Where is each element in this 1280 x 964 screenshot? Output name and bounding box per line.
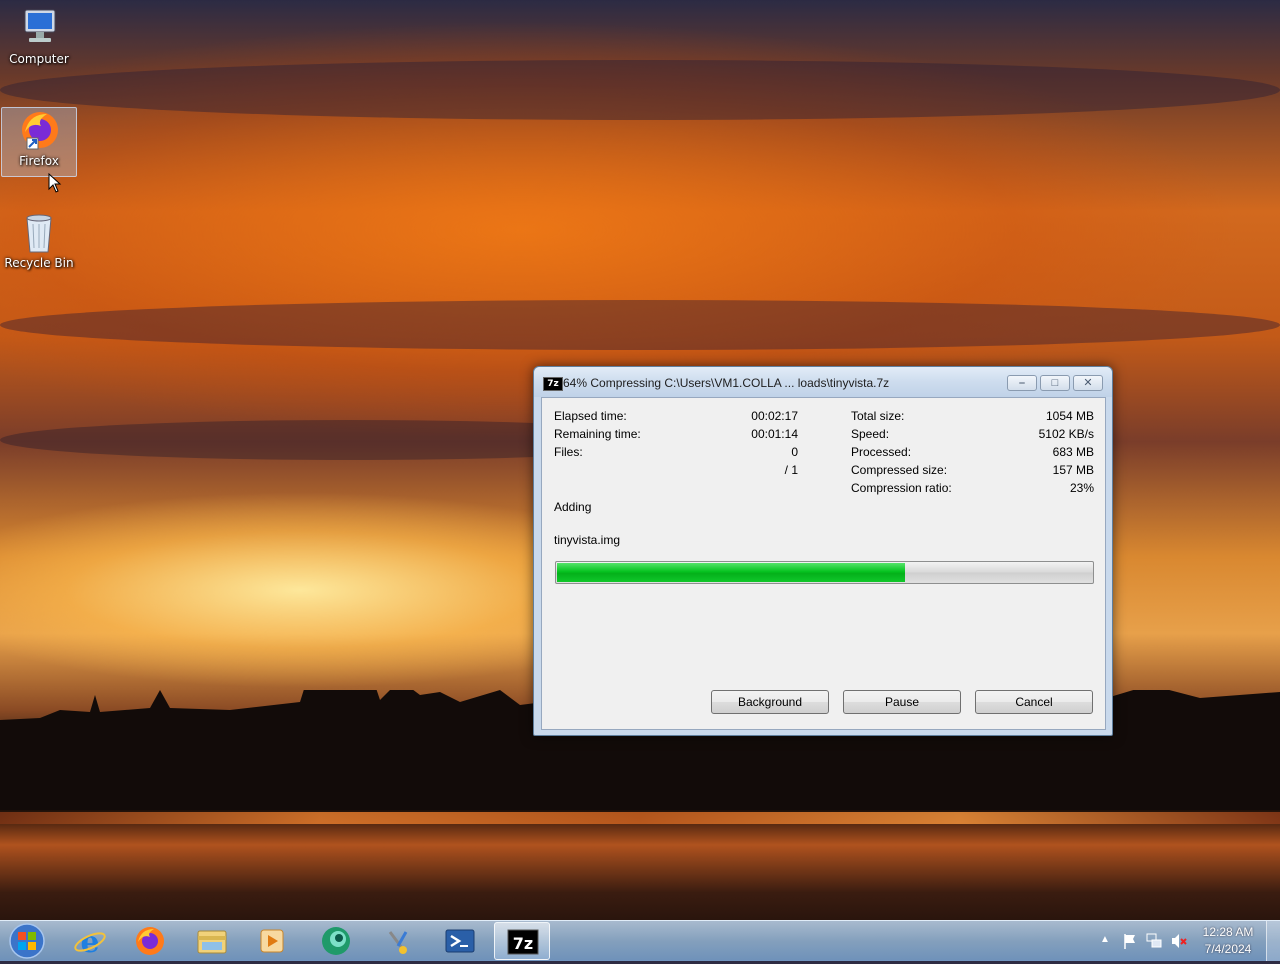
taskbar-powershell[interactable] xyxy=(432,922,488,960)
clock-date: 7/4/2024 xyxy=(1204,942,1252,956)
remaining-time-value: 00:01:14 xyxy=(751,427,798,441)
elapsed-time-value: 00:02:17 xyxy=(751,409,798,423)
file-explorer-icon xyxy=(197,930,227,954)
pause-button[interactable]: Pause xyxy=(843,690,961,714)
clock-time: 12:28 AM xyxy=(1202,925,1254,939)
elapsed-time-label: Elapsed time: xyxy=(554,409,627,423)
desktop-icon-computer[interactable]: Computer xyxy=(2,6,76,76)
7zip-icon-label: 7z xyxy=(513,934,533,953)
recycle-bin-icon xyxy=(17,210,61,254)
remaining-time-label: Remaining time: xyxy=(554,427,641,441)
current-file-name: tinyvista.img xyxy=(554,533,621,547)
tools-icon xyxy=(388,931,408,954)
volume-muted-icon[interactable] xyxy=(1170,932,1188,950)
network-icon[interactable] xyxy=(1145,932,1163,950)
taskbar-file-explorer[interactable] xyxy=(184,922,240,960)
taskbar: e 7z ▲ 12:28 AM 7/4/2024 xyxy=(0,920,1280,961)
dialog-titlebar[interactable]: 7z 64% Compressing C:\Users\VM1.COLLA ..… xyxy=(534,367,1112,397)
minimize-icon: ⎯ xyxy=(1019,377,1025,389)
close-icon: ✕ xyxy=(1083,377,1093,389)
speed-value: 5102 KB/s xyxy=(1038,427,1094,441)
taskbar-app[interactable] xyxy=(308,922,364,960)
start-button[interactable] xyxy=(6,922,48,960)
desktop-icon-recycle-bin[interactable]: Recycle Bin xyxy=(2,210,76,280)
desktop-icon-label: Firefox xyxy=(19,154,59,168)
total-size-value: 1054 MB xyxy=(1045,409,1094,423)
background-button[interactable]: Background xyxy=(711,690,829,714)
internet-explorer-icon: e xyxy=(74,925,106,960)
taskbar-tools[interactable] xyxy=(372,922,428,960)
maximize-button[interactable]: □ xyxy=(1040,375,1070,391)
operation-status: Adding xyxy=(554,500,592,514)
firefox-icon xyxy=(136,927,164,955)
computer-icon xyxy=(17,6,61,50)
processed-value: 683 MB xyxy=(1052,445,1094,459)
progress-bar-fill xyxy=(557,563,905,582)
media-player-icon xyxy=(260,929,284,953)
compression-ratio-value: 23% xyxy=(1069,481,1094,495)
taskbar-7zip[interactable]: 7z xyxy=(494,922,550,960)
cancel-button[interactable]: Cancel xyxy=(975,690,1093,714)
files-value: 0 xyxy=(791,445,798,459)
dialog-client-area: Elapsed time: 00:02:17 Remaining time: 0… xyxy=(541,397,1106,730)
app-icon xyxy=(322,927,350,955)
taskbar-firefox[interactable] xyxy=(122,922,178,960)
water-reflection xyxy=(0,812,1280,824)
maximize-icon: □ xyxy=(1051,377,1059,389)
svg-text:e: e xyxy=(80,925,99,960)
firefox-icon xyxy=(17,108,61,152)
processed-label: Processed: xyxy=(851,445,912,459)
7zip-icon: 7z xyxy=(543,377,563,391)
desktop-icon-label: Computer xyxy=(9,52,69,66)
show-hidden-icons-icon[interactable]: ▲ xyxy=(1100,934,1110,945)
7zip-icon: 7z xyxy=(507,929,539,955)
compressed-size-value: 157 MB xyxy=(1052,463,1094,477)
total-size-label: Total size: xyxy=(851,409,905,423)
show-desktop-button[interactable] xyxy=(1266,921,1280,961)
speed-label: Speed: xyxy=(851,427,890,441)
close-button[interactable]: ✕ xyxy=(1073,375,1103,391)
compression-progress-dialog: 7z 64% Compressing C:\Users\VM1.COLLA ..… xyxy=(533,366,1113,736)
taskbar-media-player[interactable] xyxy=(244,922,300,960)
desktop-icon-label: Recycle Bin xyxy=(4,256,74,270)
windows-logo-icon xyxy=(9,923,45,959)
mouse-cursor-icon xyxy=(48,173,62,193)
system-clock[interactable]: 12:28 AM 7/4/2024 xyxy=(1196,924,1260,958)
files-total-value: / 1 xyxy=(784,463,798,477)
powershell-icon xyxy=(445,929,475,953)
compression-progress-bar xyxy=(555,561,1094,584)
minimize-button[interactable]: ⎯ xyxy=(1007,375,1037,391)
sky-cloud-band xyxy=(0,60,1280,120)
compressed-size-label: Compressed size: xyxy=(851,463,948,477)
sky-cloud-band xyxy=(0,300,1280,350)
taskbar-internet-explorer[interactable]: e xyxy=(62,922,118,960)
compression-ratio-label: Compression ratio: xyxy=(851,481,952,495)
action-center-flag-icon[interactable] xyxy=(1122,932,1138,950)
files-label: Files: xyxy=(554,445,583,459)
dialog-title: 64% Compressing C:\Users\VM1.COLLA ... l… xyxy=(563,376,890,390)
desktop-icon-firefox[interactable]: Firefox xyxy=(1,107,77,177)
